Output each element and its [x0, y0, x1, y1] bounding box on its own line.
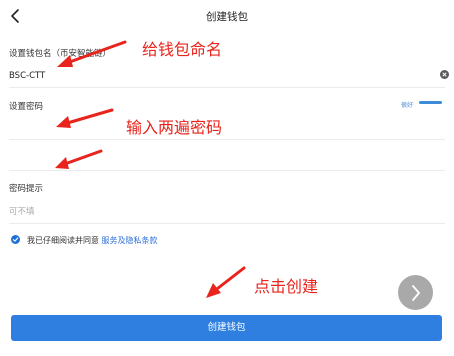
arrow-icon: [57, 40, 127, 67]
arrow-icon: [56, 108, 114, 128]
arrow-icon: [206, 266, 246, 298]
arrow-icon: [55, 149, 103, 169]
annotation-arrows: [55, 40, 246, 298]
